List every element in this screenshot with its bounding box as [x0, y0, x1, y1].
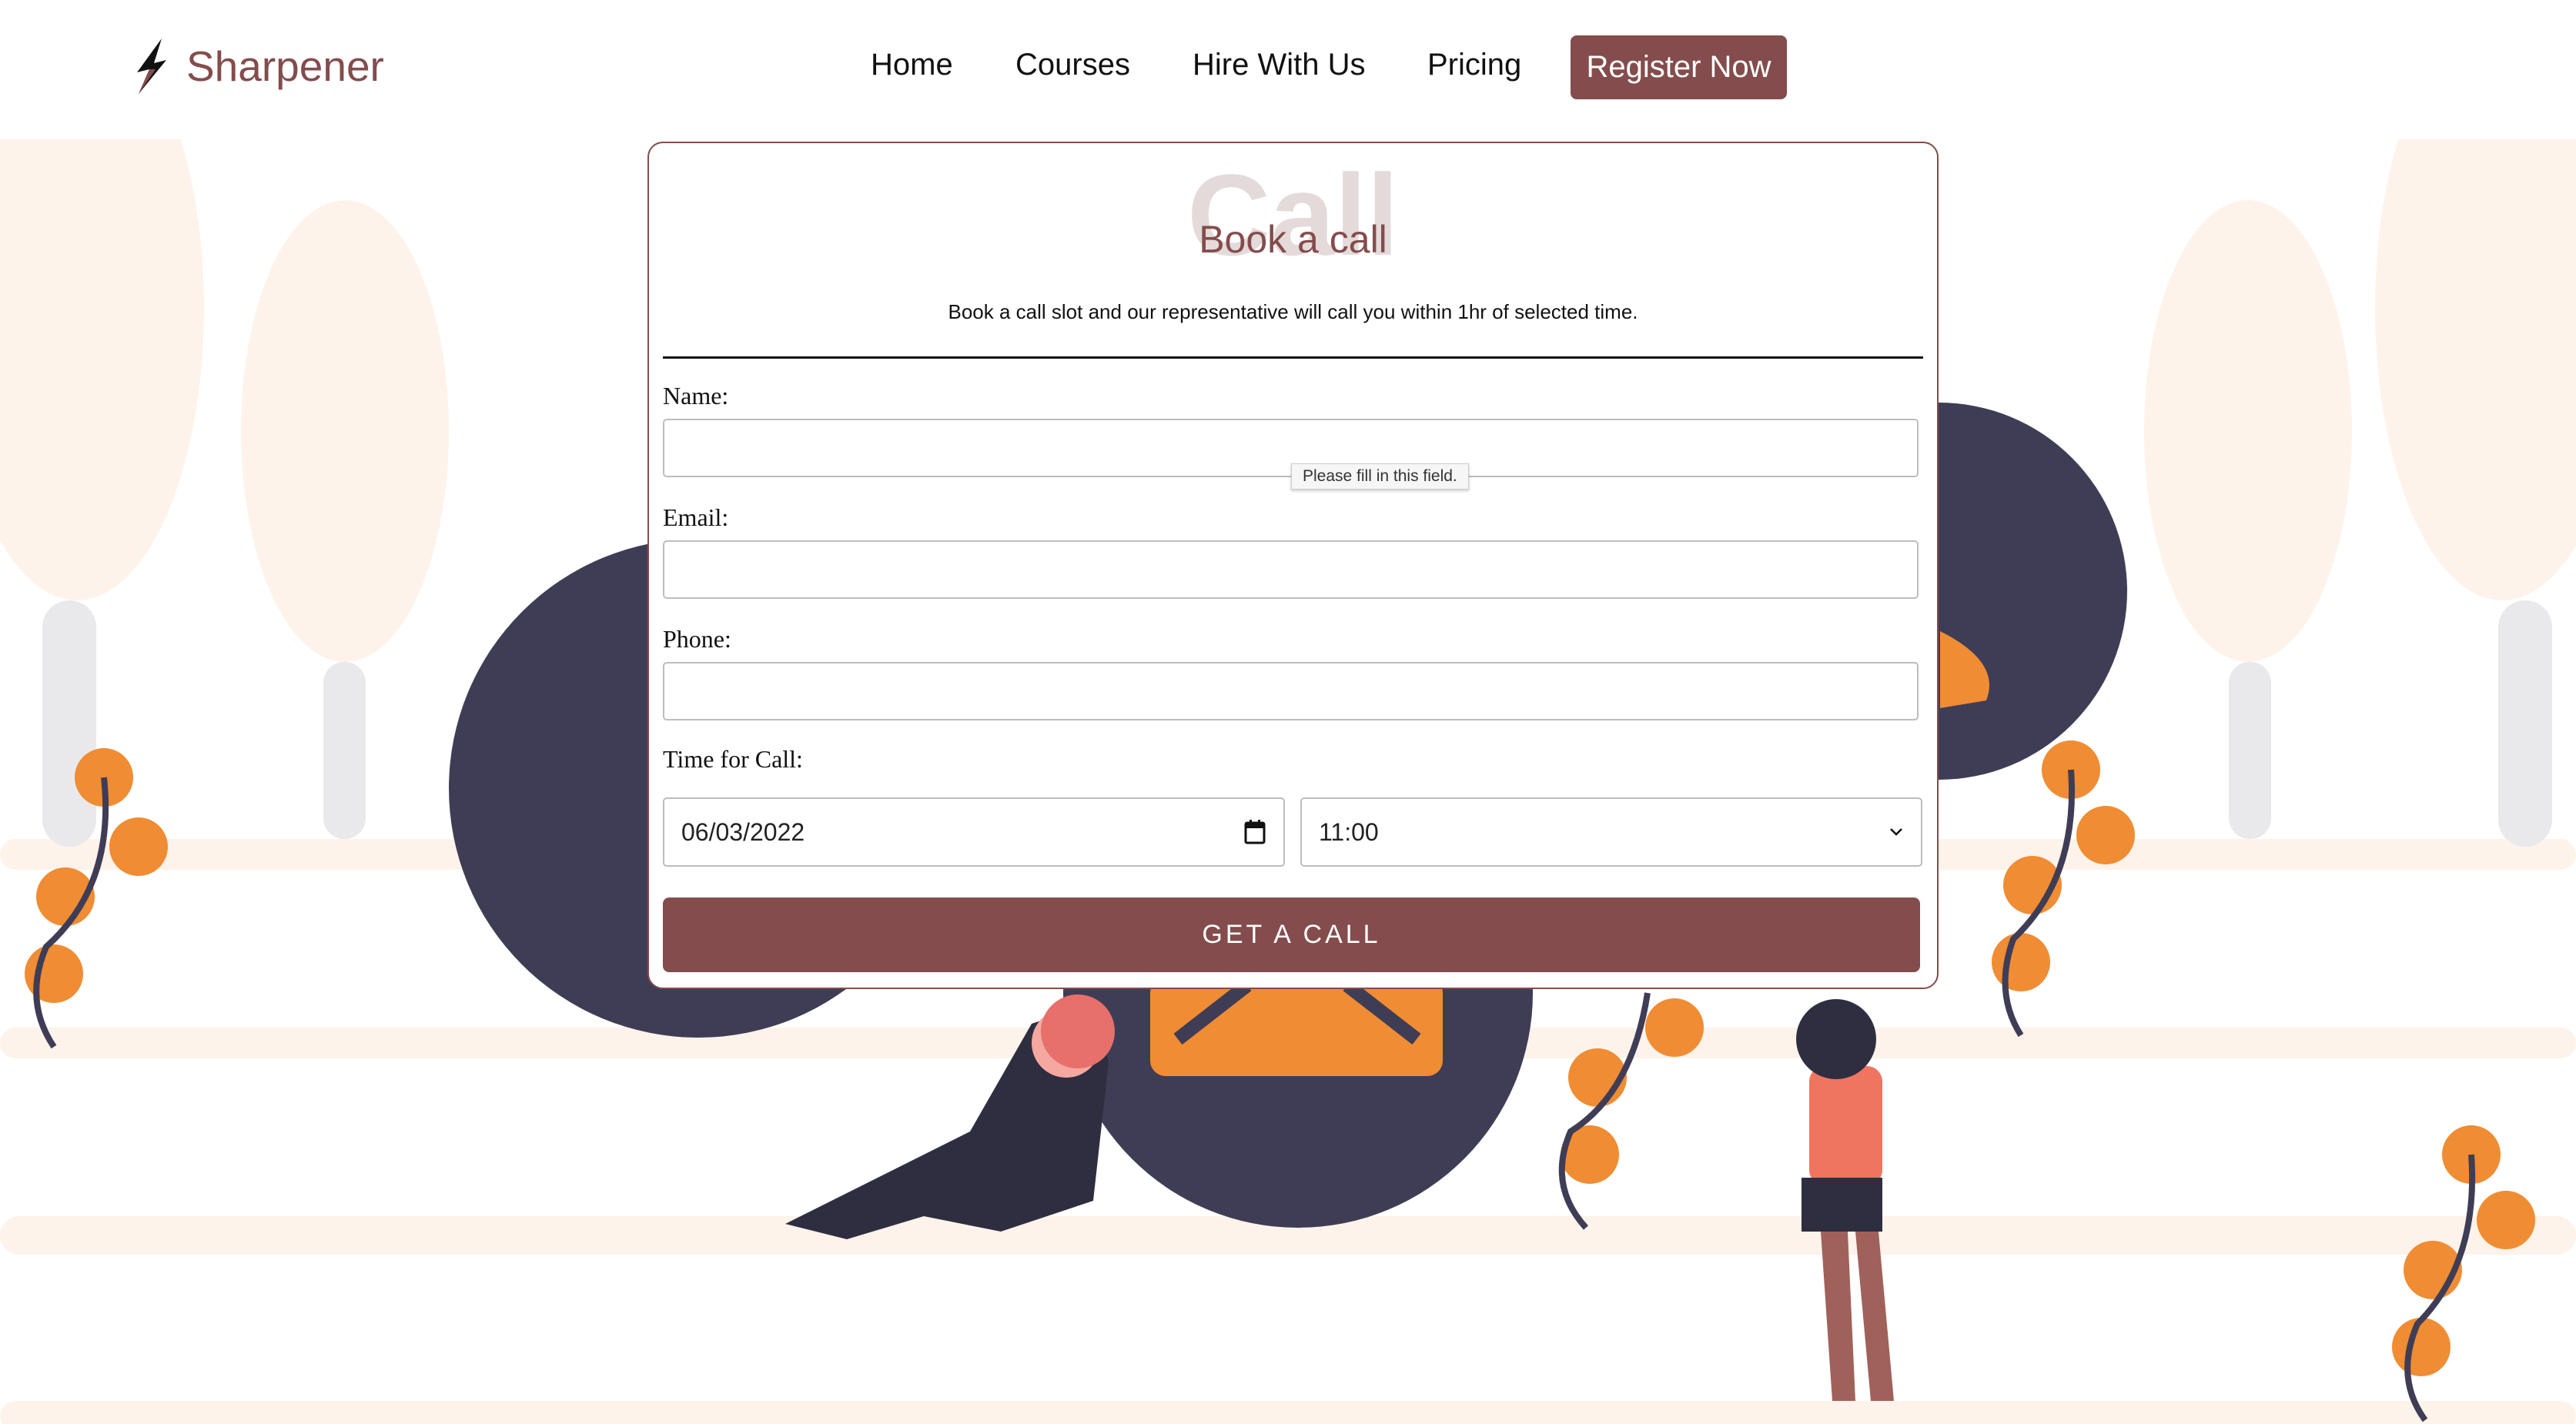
- lightning-bolt-icon: [137, 38, 166, 94]
- brand-name: Sharpener: [186, 42, 384, 90]
- form-subtitle: Book a call slot and our representative …: [948, 300, 1638, 323]
- time-value: 11:00: [1319, 817, 1379, 846]
- time-label: Time for Call:: [663, 745, 803, 773]
- time-select[interactable]: 11:00: [1300, 797, 1922, 867]
- nav-hire-with-us[interactable]: Hire With Us: [1193, 48, 1365, 82]
- phone-input[interactable]: [663, 662, 1919, 720]
- register-now-button[interactable]: Register Now: [1571, 35, 1787, 99]
- book-call-form: Call Book a call Book a call slot and ou…: [647, 142, 1939, 989]
- nav-pricing[interactable]: Pricing: [1427, 48, 1521, 82]
- name-label: Name:: [663, 382, 729, 409]
- date-input[interactable]: 06/03/2022: [663, 797, 1285, 867]
- nav-home[interactable]: Home: [871, 48, 953, 82]
- phone-label: Phone:: [663, 625, 731, 653]
- calendar-icon[interactable]: [1243, 819, 1266, 845]
- email-label: Email:: [663, 503, 729, 531]
- email-input[interactable]: [663, 540, 1919, 599]
- site-header: Sharpener Home Courses Hire With Us Pric…: [0, 0, 2576, 139]
- form-title: Book a call: [1199, 218, 1387, 261]
- chevron-down-icon: [1890, 828, 1902, 836]
- nav-courses[interactable]: Courses: [1015, 48, 1130, 82]
- date-value: 06/03/2022: [681, 817, 805, 846]
- brand-logo[interactable]: Sharpener: [132, 38, 384, 94]
- validation-tooltip: Please fill in this field.: [1291, 463, 1469, 490]
- get-a-call-button[interactable]: GET A CALL: [663, 898, 1920, 972]
- divider: [663, 356, 1923, 359]
